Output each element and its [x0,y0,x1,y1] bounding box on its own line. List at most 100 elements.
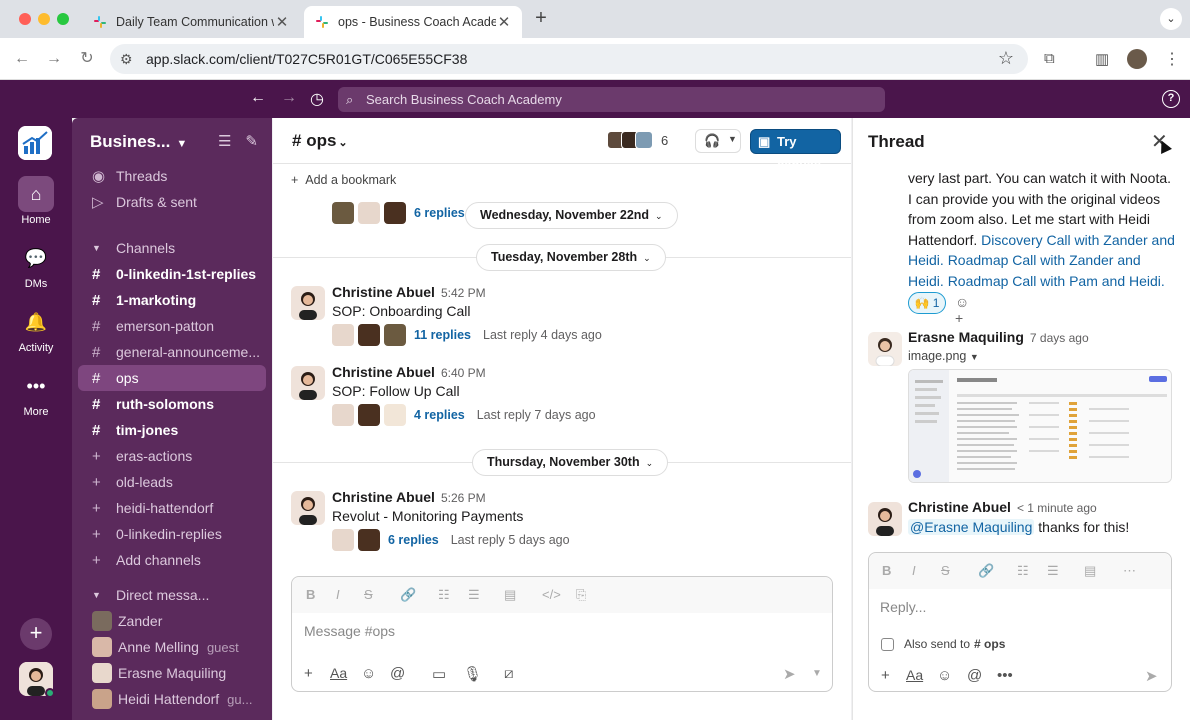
extensions-icon[interactable]: ⧉ [1044,50,1055,67]
dm-section-header[interactable]: ▼ Direct messa... [78,582,266,608]
italic-icon[interactable]: I [336,587,340,602]
message-composer[interactable]: B I S 🔗 ☷ ☰ ▤ </> ⎘ Message #ops + Aa ☺ … [291,576,833,692]
rail-dms[interactable]: 💬 DMs [0,240,72,291]
bullet-list-icon[interactable]: ☰ [468,587,480,603]
image-preview[interactable] [908,369,1172,483]
bold-icon[interactable]: B [306,587,315,602]
sidebar-channel[interactable]: # emerson-patton [78,313,266,339]
bookmark-star-icon[interactable]: ☆ [998,48,1014,69]
link-icon[interactable]: 🔗 [400,587,416,603]
avatar[interactable] [291,491,325,525]
more-icon[interactable]: ⋯ [1123,563,1136,579]
site-settings-icon[interactable]: ⚙ [120,51,133,68]
sidebar-item-threads[interactable]: ◉ Threads [78,163,266,189]
workspace-logo[interactable] [18,126,52,160]
minimize-window-button[interactable] [38,13,50,25]
reaction-pill[interactable]: 🙌 1 [908,292,946,314]
close-tab-icon[interactable]: ✕ [274,13,290,31]
sidebar-item-drafts[interactable]: ▷ Drafts & sent [78,189,266,215]
formatting-icon[interactable]: Aa [906,667,923,683]
sidebar-dm[interactable]: Heidi Hattendorf gu... [78,686,266,712]
user-mention[interactable]: @Erasne Maquiling [908,519,1035,535]
side-panel-icon[interactable]: ▥ [1095,50,1109,68]
rail-more[interactable]: ••• More [0,368,72,419]
sidebar-channel[interactable]: #0-linkedin-1st-replies [78,261,266,287]
help-icon[interactable]: ? [1162,90,1180,108]
sidebar-channel[interactable]: # general-announceme... [78,339,266,365]
sidebar-join-channel[interactable]: + eras-actions [78,443,266,469]
sidebar-join-channel[interactable]: + heidi-hattendorf [78,495,266,521]
rail-activity[interactable]: 🔔 Activity [0,304,72,355]
checkbox[interactable] [881,637,894,651]
thread-replies[interactable]: 6 replies Last reply 5 days ago [332,529,570,551]
create-new-button[interactable]: + [20,618,52,650]
new-tab-button[interactable]: + [528,7,554,31]
sidebar-dm[interactable]: Erasne Maquiling [78,660,266,686]
thread-replies[interactable]: 4 replies Last reply 7 days ago [332,404,596,426]
bullet-list-icon[interactable]: ☰ [1047,563,1059,579]
shortcut-icon[interactable]: ⧄ [504,665,514,682]
browser-menu-icon[interactable]: ⋮ [1164,49,1180,69]
code-icon[interactable]: </> [542,587,561,602]
day-divider-pill[interactable]: Wednesday, November 22nd ⌄ [465,202,678,229]
avatar[interactable] [291,286,325,320]
add-channels-button[interactable]: + Add channels [78,547,266,573]
avatar[interactable] [868,502,902,536]
search-input[interactable]: ⌕ Search Business Coach Academy [338,87,885,112]
address-bar[interactable]: ⚙ app.slack.com/client/T027C5R01GT/C065E… [110,44,1028,74]
mention-icon[interactable]: @ [390,665,405,682]
sidebar-join-channel[interactable]: +0-linkedin-replies [78,521,266,547]
also-send-checkbox[interactable]: Also send to # ops [881,637,1005,651]
file-name[interactable]: image.png ▼ [908,349,979,363]
strike-icon[interactable]: S [364,587,373,602]
day-divider-pill[interactable]: Thursday, November 30th ⌄ [472,449,669,476]
sidebar-channel[interactable]: # tim-jones [78,417,266,443]
send-icon[interactable]: ➤ [783,665,796,683]
reply-composer[interactable]: B I S 🔗 ☷ ☰ ▤ ⋯ Reply... Also send to # o… [868,552,1172,692]
reply-author[interactable]: Erasne Maquiling 7 days ago [908,329,1089,345]
maximize-window-button[interactable] [57,13,69,25]
profile-avatar[interactable] [1127,49,1147,69]
compose-icon[interactable]: ✎ [245,133,258,150]
sidebar-channel-selected[interactable]: # ops [78,365,266,391]
microphone-icon[interactable]: 🎙 [463,665,482,683]
avatar[interactable] [868,332,902,366]
message-author[interactable]: Christine Abuel 6:40 PM [332,364,486,380]
link-icon[interactable]: 🔗 [978,563,994,579]
filter-icon[interactable]: ☰ [218,133,231,150]
thread-replies[interactable]: 11 replies Last reply 4 days ago [332,324,602,346]
try-canvas-button[interactable]: ▣ Try canvas [750,129,841,172]
history-back-icon[interactable]: ← [250,89,266,107]
history-icon[interactable]: ◷ [310,89,324,109]
history-forward-icon[interactable]: → [281,89,297,107]
link[interactable]: Roadmap Call with Pam and Heidi. [948,273,1165,289]
quote-icon[interactable]: ▤ [1084,563,1096,579]
code-block-icon[interactable]: ⎘ [576,587,586,603]
chevron-down-icon[interactable]: ▼ [812,668,822,679]
forward-icon[interactable]: → [44,49,64,69]
browser-tab-ops[interactable]: ops - Business Coach Acade ✕ [304,6,522,38]
tab-search-button[interactable]: ⌄ [1160,8,1182,30]
add-bookmark-button[interactable]: + Add a bookmark [291,173,396,187]
more-icon[interactable]: ••• [997,667,1013,684]
avatar[interactable] [291,366,325,400]
bold-icon[interactable]: B [882,563,891,578]
video-icon[interactable]: ▭ [432,665,446,683]
back-icon[interactable]: ← [12,49,32,69]
channels-section-header[interactable]: ▼ Channels [78,235,266,261]
close-tab-icon[interactable]: ✕ [496,13,512,31]
browser-tab-daily-team[interactable]: Daily Team Communication w ✕ [82,6,300,38]
members-button[interactable]: 6 [607,131,668,149]
reload-icon[interactable]: ↻ [77,49,97,69]
message-author[interactable]: Christine Abuel 5:42 PM [332,284,486,300]
huddle-button[interactable]: 🎧 ▼ [695,129,741,153]
thread-replies[interactable]: 6 replies [332,202,477,224]
day-divider-pill[interactable]: Tuesday, November 28th ⌄ [476,244,666,271]
mention-icon[interactable]: @ [967,667,982,684]
message-author[interactable]: Christine Abuel 5:26 PM [332,489,486,505]
italic-icon[interactable]: I [912,563,916,578]
ordered-list-icon[interactable]: ☷ [438,587,450,603]
sidebar-dm[interactable]: Anne Melling guest [78,634,266,660]
sidebar-dm[interactable]: Zander [78,608,266,634]
add-reaction-icon[interactable]: ☺+ [955,294,977,326]
